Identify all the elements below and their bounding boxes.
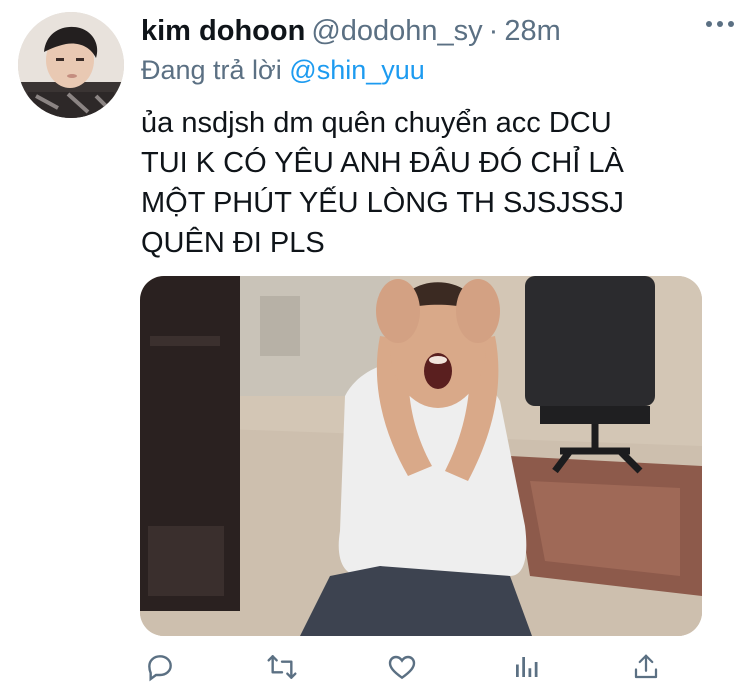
more-icon[interactable] — [706, 21, 734, 27]
tweet-time[interactable]: 28m — [504, 15, 560, 47]
avatar[interactable] — [18, 12, 124, 118]
avatar-photo — [18, 12, 124, 118]
analytics-icon[interactable] — [508, 650, 544, 684]
reply-icon[interactable] — [142, 650, 178, 684]
separator-dot: · — [488, 15, 499, 47]
media-image — [140, 276, 702, 636]
author-handle[interactable]: @dodohn_sy — [311, 15, 482, 47]
tweet-header: kim dohoon @dodohn_sy · 28m — [141, 15, 734, 49]
reply-mention-link[interactable]: @shin_yuu — [289, 55, 425, 85]
tweet-text: ủa nsdjsh dm quên chuyển acc DCU TUI K C… — [141, 103, 731, 263]
tweet-text-line: QUÊN ĐI PLS — [141, 227, 325, 259]
author-name[interactable]: kim dohoon — [141, 15, 305, 47]
share-icon[interactable] — [628, 650, 664, 684]
like-icon[interactable] — [384, 650, 420, 684]
replying-to: Đang trả lời @shin_yuu — [141, 55, 425, 86]
tweet-text-line: TUI K CÓ YÊU ANH ĐÂU ĐÓ CHỈ LÀ — [141, 147, 624, 179]
tweet-text-line: ủa nsdjsh dm quên chuyển acc DCU — [141, 107, 612, 139]
retweet-icon[interactable] — [264, 650, 300, 684]
reply-prefix: Đang trả lời — [141, 55, 282, 85]
tweet-text-line: MỘT PHÚT YẾU LÒNG TH SJSJSSJ — [141, 187, 624, 219]
tweet-actions — [140, 650, 660, 684]
tweet-media[interactable] — [140, 276, 702, 636]
